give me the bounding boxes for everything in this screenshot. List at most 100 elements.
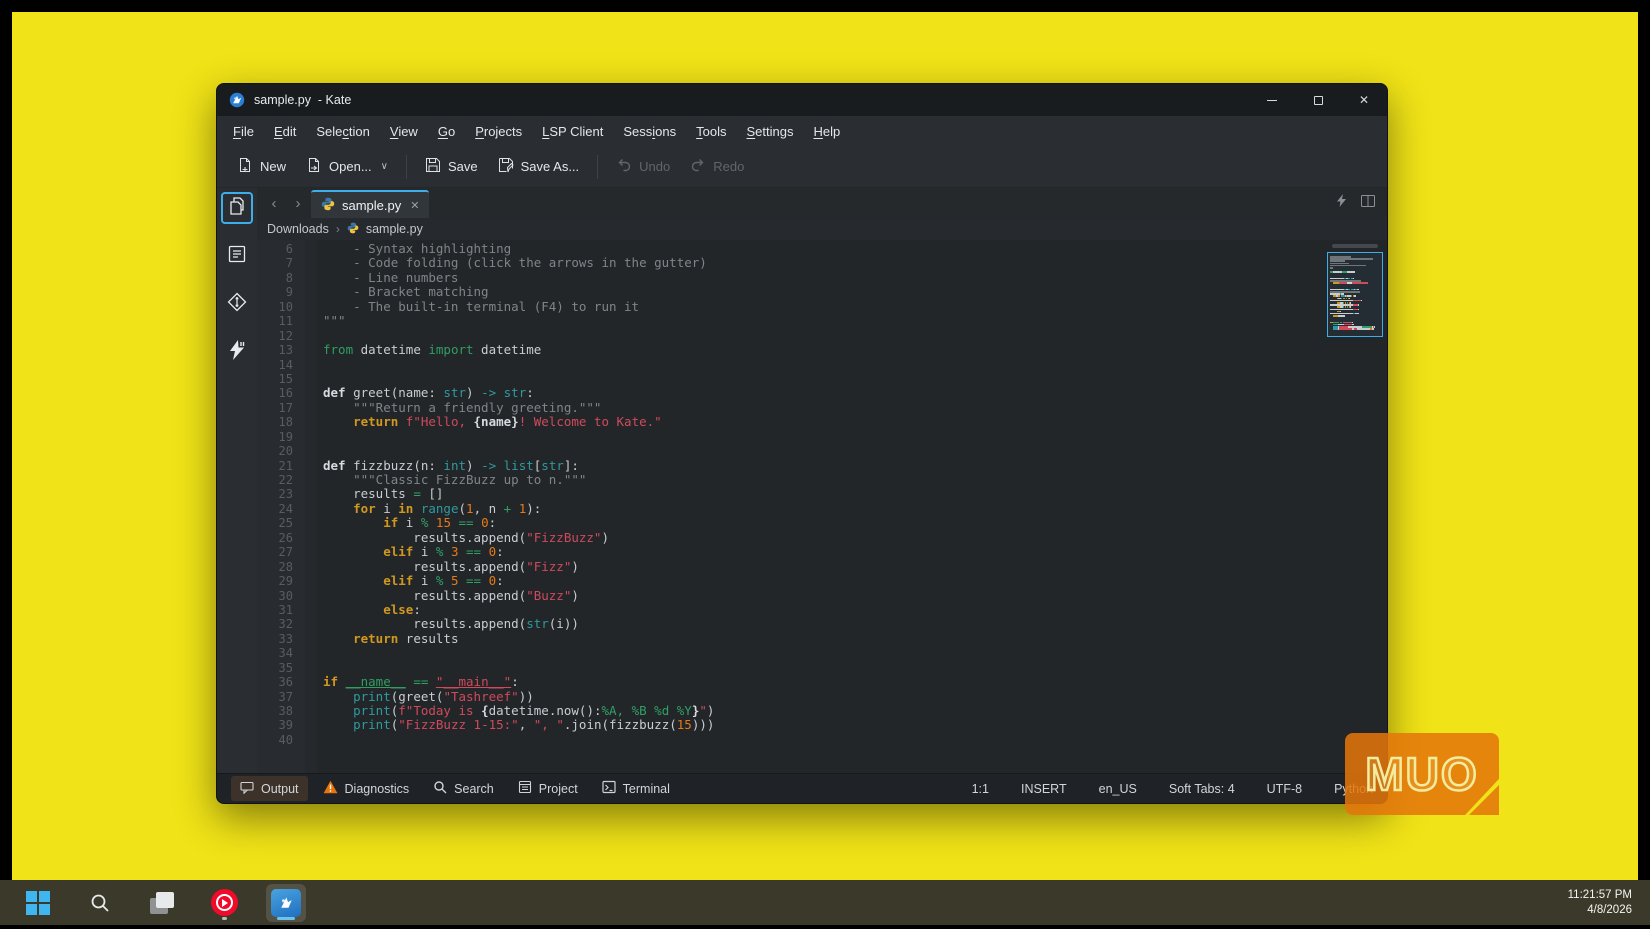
taskbar-taskbar-search-button[interactable] — [80, 884, 120, 922]
code-line[interactable]: - Line numbers — [323, 270, 1323, 285]
code-line[interactable]: results.append("Buzz") — [323, 588, 1323, 603]
minimap-scroll-indicator[interactable] — [1332, 244, 1378, 248]
tab-sample-py[interactable]: sample.py ✕ — [311, 190, 430, 218]
code-line[interactable]: """ — [323, 313, 1323, 328]
editor[interactable]: 6 7 8 9 10 11 12 13 14 15 16 17 18 19 20 21 22 23 24 25 26 27… — [257, 240, 1387, 773]
save-icon — [425, 157, 441, 176]
code-line[interactable]: - Syntax highlighting — [323, 241, 1323, 256]
muo-logo: MUO — [1345, 733, 1499, 815]
code-line[interactable]: def greet(name: str) -> str: — [323, 386, 1323, 400]
taskbar-clock[interactable]: 11:21:57 PM 4/8/2026 — [1568, 888, 1650, 918]
nav-forward-button[interactable]: › — [287, 195, 309, 212]
minimize-button[interactable] — [1249, 84, 1295, 116]
menu-projects[interactable]: Projects — [465, 120, 532, 143]
code-line[interactable] — [323, 444, 1323, 458]
taskbar-kate-button[interactable] — [266, 883, 306, 922]
new-button[interactable]: New — [227, 151, 296, 182]
menu-file[interactable]: File — [223, 120, 264, 143]
code-line[interactable]: print("FizzBuzz 1-15:", ", ".join(fizzbu… — [323, 718, 1323, 732]
menu-go[interactable]: Go — [428, 120, 465, 143]
code-line[interactable]: for i in range(1, n + 1): — [323, 501, 1323, 516]
redo-button[interactable]: Redo — [680, 151, 754, 182]
code-line[interactable] — [323, 661, 1323, 675]
code-line[interactable] — [323, 646, 1323, 660]
code-line[interactable] — [323, 358, 1323, 372]
code-line[interactable]: print(greet("Tashreef")) — [323, 689, 1323, 704]
code-line[interactable]: if i % 15 == 0: — [323, 516, 1323, 530]
taskbar-youtube-music-button[interactable] — [204, 884, 244, 922]
code-line[interactable]: print(f"Today is {datetime.now():%A, %B … — [323, 703, 1323, 718]
taskbar-windows-start-button[interactable] — [18, 884, 58, 922]
statusbar-encoding[interactable]: UTF-8 — [1267, 782, 1302, 796]
line-number: 15 — [278, 371, 293, 386]
nav-back-button[interactable]: ‹ — [263, 195, 285, 212]
menu-lsp-client[interactable]: LSP Client — [532, 120, 613, 143]
code-line[interactable]: if __name__ == "__main__": — [323, 674, 1323, 689]
code-line[interactable]: results.append("Fizz") — [323, 559, 1323, 574]
menu-settings[interactable]: Settings — [736, 120, 803, 143]
code-line[interactable]: results.append("FizzBuzz") — [323, 530, 1323, 545]
sidebar-tool-documents[interactable] — [221, 192, 253, 224]
sidebar-tool-symbols[interactable] — [221, 240, 253, 272]
code-line[interactable]: results.append(str(i)) — [323, 617, 1323, 631]
code-line[interactable]: results = [] — [323, 487, 1323, 501]
code-line[interactable]: return f"Hello, {name}! Welcome to Kate.… — [323, 415, 1323, 429]
taskbar-task-view-button[interactable] — [142, 884, 182, 922]
breadcrumb: Downloads › sample.py — [257, 218, 1387, 240]
line-number: 29 — [278, 574, 293, 589]
open--button[interactable]: Open... ∨ — [296, 151, 398, 182]
save-button[interactable]: Save — [415, 151, 488, 182]
close-button[interactable]: ✕ — [1341, 84, 1387, 116]
menu-help[interactable]: Help — [803, 120, 850, 143]
line-number: 21 — [278, 458, 293, 473]
terminal-icon — [602, 780, 616, 797]
code-line[interactable]: from datetime import datetime — [323, 342, 1323, 357]
undo-button[interactable]: Undo — [606, 151, 680, 182]
statusbar-terminal-button[interactable]: Terminal — [593, 776, 679, 801]
statusbar-dictionary[interactable]: en_US — [1099, 782, 1137, 796]
statusbar-tab-mode[interactable]: Soft Tabs: 4 — [1169, 782, 1235, 796]
menu-selection[interactable]: Selection — [306, 120, 380, 143]
code-line[interactable]: elif i % 5 == 0: — [323, 573, 1323, 588]
titlebar[interactable]: sample.py - Kate ✕ — [217, 84, 1387, 116]
code-line[interactable]: """Return a friendly greeting.""" — [323, 400, 1323, 415]
statusbar-diagnostics-button[interactable]: Diagnostics — [314, 776, 419, 801]
code-line[interactable] — [323, 430, 1323, 444]
tab-close-icon[interactable]: ✕ — [410, 199, 419, 212]
code-line[interactable] — [323, 372, 1323, 386]
code-line[interactable]: """Classic FizzBuzz up to n.""" — [323, 472, 1323, 487]
code-line[interactable]: else: — [323, 602, 1323, 617]
menu-sessions[interactable]: Sessions — [613, 120, 686, 143]
menu-edit[interactable]: Edit — [264, 120, 306, 143]
code-line[interactable]: def fizzbuzz(n: int) -> list[str]: — [323, 458, 1323, 473]
code-line[interactable]: return results — [323, 631, 1323, 646]
breadcrumb-file[interactable]: sample.py — [366, 222, 423, 236]
code-line[interactable]: elif i % 3 == 0: — [323, 544, 1323, 559]
chevron-down-icon[interactable]: ∨ — [381, 161, 388, 172]
breadcrumb-folder[interactable]: Downloads — [267, 222, 329, 236]
code-line[interactable] — [323, 329, 1323, 343]
code-line[interactable] — [323, 733, 1323, 747]
statusbar-input-mode[interactable]: INSERT — [1021, 782, 1067, 796]
split-view-icon[interactable] — [1361, 194, 1375, 212]
line-number: 25 — [278, 516, 293, 531]
sidebar-tool-lsp[interactable] — [221, 336, 253, 368]
menu-tools[interactable]: Tools — [686, 120, 736, 143]
quick-open-icon[interactable] — [1336, 194, 1347, 212]
statusbar-search-button[interactable]: Search — [424, 776, 503, 801]
statusbar-output-button[interactable]: Output — [231, 776, 308, 801]
minimap[interactable] — [1327, 252, 1383, 337]
statusbar-cursor-position[interactable]: 1:1 — [972, 782, 989, 796]
code-area[interactable]: - Syntax highlighting - Code folding (cl… — [317, 240, 1323, 773]
statusbar-project-button[interactable]: Project — [509, 776, 587, 801]
code-line[interactable]: - Bracket matching — [323, 285, 1323, 299]
menu-view[interactable]: View — [380, 120, 428, 143]
muo-logo-text: MUO — [1364, 748, 1479, 800]
code-line[interactable]: - Code folding (click the arrows in the … — [323, 256, 1323, 270]
code-line[interactable]: - The built-in terminal (F4) to run it — [323, 299, 1323, 314]
save-as--button[interactable]: Save As... — [488, 151, 590, 182]
sidebar-tool-git[interactable] — [221, 288, 253, 320]
code-folding-column[interactable] — [305, 240, 317, 773]
maximize-button[interactable] — [1295, 84, 1341, 116]
search-icon — [433, 780, 447, 797]
